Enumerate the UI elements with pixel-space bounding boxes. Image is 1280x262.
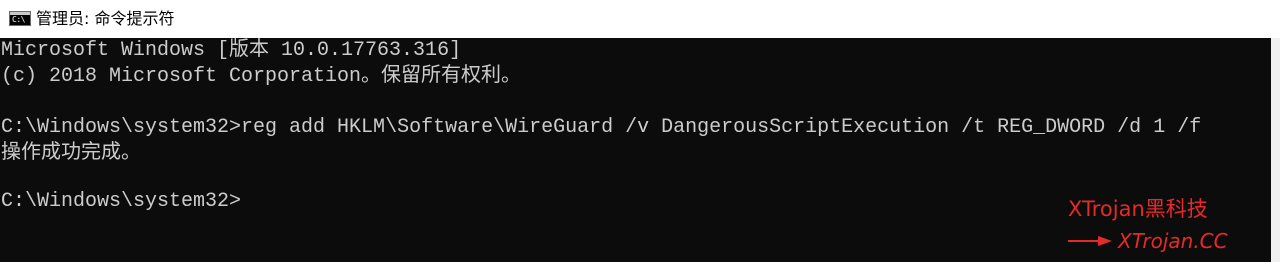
console-line-command: C:\Windows\system32>reg add HKLM\Softwar…	[1, 116, 1202, 139]
cmd-icon[interactable]: C:\	[9, 11, 31, 26]
watermark-url-row: XTrojan.CC	[1068, 228, 1228, 254]
console-line-result: 操作成功完成。	[1, 142, 141, 165]
arrow-right-icon	[1068, 236, 1112, 246]
title-bar[interactable]: C:\ 管理员: 命令提示符	[0, 0, 1280, 38]
vertical-scrollbar[interactable]	[1271, 38, 1280, 262]
console-line-prompt[interactable]: C:\Windows\system32>	[1, 189, 241, 215]
console-line-version: Microsoft Windows [版本 10.0.17763.316]	[1, 39, 462, 62]
window-title: 管理员: 命令提示符	[36, 9, 175, 28]
watermark-url: XTrojan.CC	[1118, 229, 1228, 253]
console-line-copyright: (c) 2018 Microsoft Corporation。保留所有权利。	[1, 65, 522, 88]
cmd-icon-glyph: C:\	[12, 15, 25, 24]
watermark-title: XTrojan黑科技	[1068, 197, 1208, 221]
command-prompt-window: C:\ 管理员: 命令提示符 Microsoft Windows [版本 10.…	[0, 0, 1280, 262]
watermark: XTrojan黑科技 XTrojan.CC	[1066, 192, 1256, 256]
